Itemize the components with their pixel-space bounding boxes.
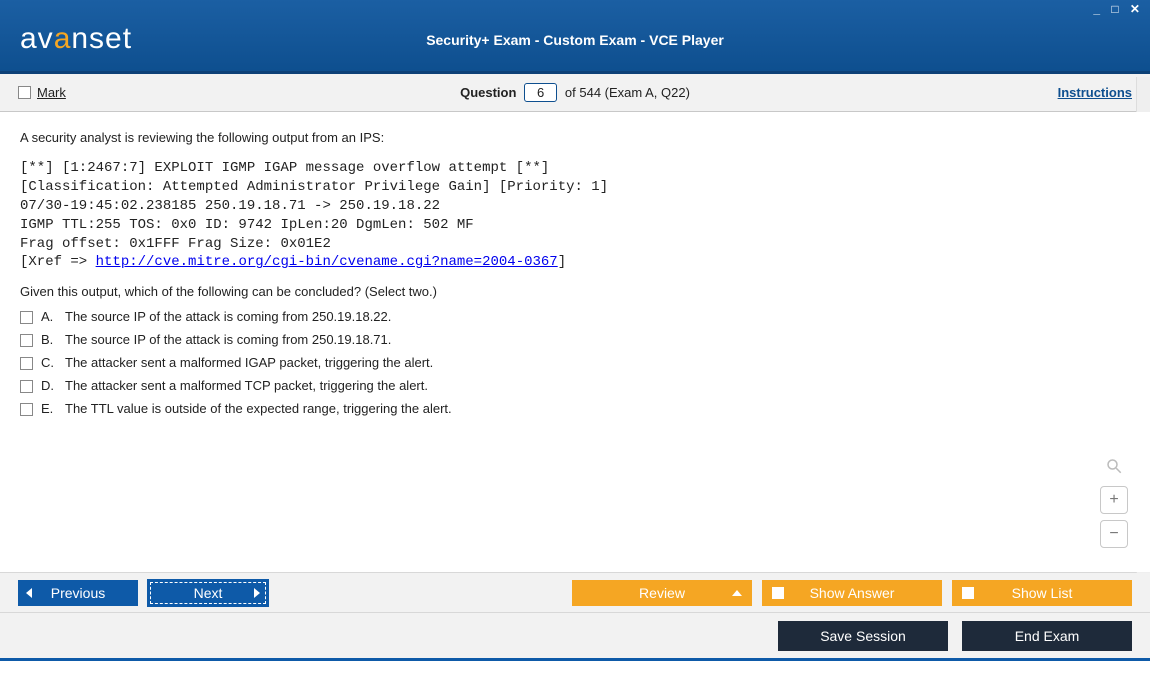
option-checkbox[interactable]: [20, 380, 33, 393]
window-controls[interactable]: _ □ ✕: [1093, 2, 1144, 16]
review-button[interactable]: Review: [572, 580, 752, 606]
previous-button[interactable]: Previous: [18, 580, 138, 606]
window-title: Security+ Exam - Custom Exam - VCE Playe…: [0, 32, 1150, 48]
option-checkbox[interactable]: [20, 403, 33, 416]
show-answer-button[interactable]: Show Answer: [762, 580, 942, 606]
end-exam-button[interactable]: End Exam: [962, 621, 1132, 651]
zoom-in-button[interactable]: +: [1100, 486, 1128, 514]
option-checkbox[interactable]: [20, 311, 33, 324]
mark-label[interactable]: Mark: [37, 85, 66, 100]
option-a: A.The source IP of the attack is coming …: [20, 309, 1130, 324]
mark-checkbox[interactable]: [18, 86, 31, 99]
question-number[interactable]: 6: [524, 83, 557, 102]
title-bar: avanset Security+ Exam - Custom Exam - V…: [0, 0, 1150, 74]
zoom-out-button[interactable]: −: [1100, 520, 1128, 548]
question-suffix: of 544 (Exam A, Q22): [565, 85, 690, 100]
magnify-icon[interactable]: [1100, 452, 1128, 480]
instructions-link[interactable]: Instructions: [1058, 85, 1132, 100]
chevron-right-icon: [254, 588, 260, 598]
bottom-bar: Save Session End Exam: [0, 612, 1150, 658]
question-instruction: Given this output, which of the followin…: [20, 284, 1130, 299]
option-checkbox[interactable]: [20, 357, 33, 370]
next-button[interactable]: Next: [148, 580, 268, 606]
navigation-bar: Previous Next Review Show Answer Show Li…: [0, 572, 1150, 612]
chevron-left-icon: [26, 588, 32, 598]
question-toolbar: Mark Question 6 of 544 (Exam A, Q22) Ins…: [0, 74, 1150, 112]
option-checkbox[interactable]: [20, 334, 33, 347]
option-e: E.The TTL value is outside of the expect…: [20, 401, 1130, 416]
answer-options: A.The source IP of the attack is coming …: [20, 309, 1130, 416]
question-stem: A security analyst is reviewing the foll…: [20, 130, 1130, 145]
show-list-button[interactable]: Show List: [952, 580, 1132, 606]
xref-link[interactable]: http://cve.mitre.org/cgi-bin/cvename.cgi…: [96, 254, 558, 270]
save-session-button[interactable]: Save Session: [778, 621, 948, 651]
show-list-checkbox[interactable]: [962, 587, 974, 599]
question-label: Question: [460, 85, 516, 100]
option-d: D.The attacker sent a malformed TCP pack…: [20, 378, 1130, 393]
option-c: C.The attacker sent a malformed IGAP pac…: [20, 355, 1130, 370]
chevron-up-icon: [732, 590, 742, 596]
option-b: B.The source IP of the attack is coming …: [20, 332, 1130, 347]
footer-accent: [0, 658, 1150, 661]
question-content: A security analyst is reviewing the foll…: [0, 112, 1150, 572]
show-answer-checkbox[interactable]: [772, 587, 784, 599]
ips-output: [**] [1:2467:7] EXPLOIT IGMP IGAP messag…: [20, 159, 1130, 272]
